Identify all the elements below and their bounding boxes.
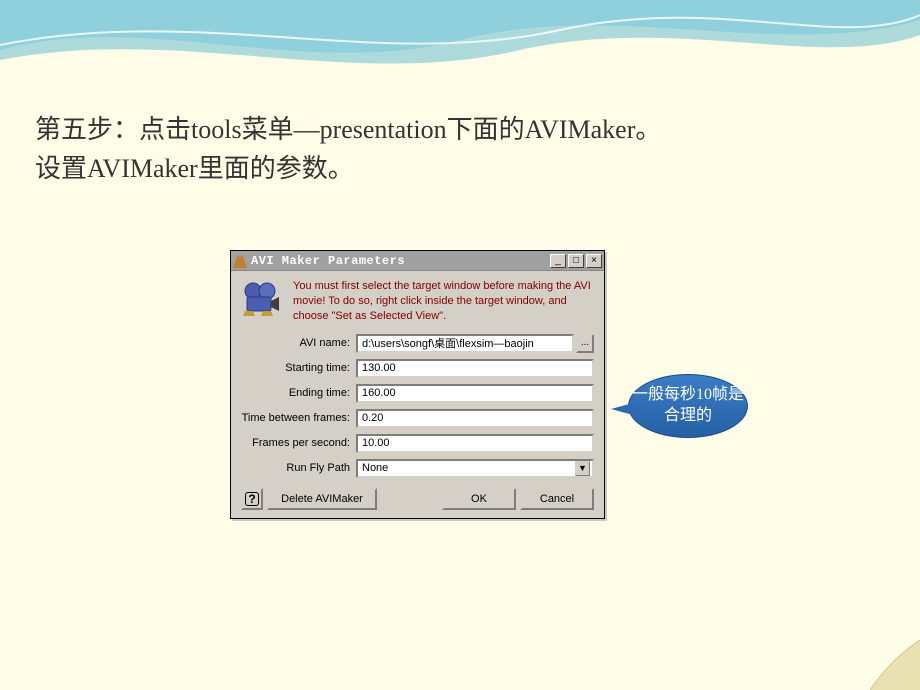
dialog-title: AVI Maker Parameters: [251, 254, 548, 268]
dialog-body: You must first select the target window …: [231, 271, 604, 518]
delete-avimaker-button[interactable]: Delete AVIMaker: [267, 488, 377, 510]
chevron-down-icon: ▼: [575, 461, 590, 476]
callout-bubble: 一般每秒10帧是合理的: [628, 374, 748, 438]
camera-icon: [241, 281, 281, 320]
ending-time-input[interactable]: [356, 384, 594, 403]
time-between-frames-input[interactable]: [356, 409, 594, 428]
time-between-frames-label: Time between frames:: [241, 412, 356, 424]
browse-button[interactable]: ...: [576, 334, 594, 353]
maximize-button[interactable]: □: [568, 254, 584, 268]
starting-time-input[interactable]: [356, 359, 594, 378]
dialog-instructions: You must first select the target window …: [293, 279, 594, 324]
minimize-button[interactable]: _: [550, 254, 566, 268]
run-fly-path-combo[interactable]: None ▼: [356, 459, 594, 478]
avi-name-label: AVI name:: [241, 337, 356, 349]
run-fly-path-value: None: [362, 462, 388, 474]
dialog-header-row: You must first select the target window …: [241, 279, 594, 324]
annotation-callout: 一般每秒10帧是合理的: [628, 374, 748, 438]
starting-time-label: Starting time:: [241, 362, 356, 374]
avi-name-input[interactable]: [356, 334, 574, 353]
page-curl-decoration: [870, 640, 920, 690]
slide-text-line1: 第五步：点击tools菜单—presentation下面的AVIMaker。: [35, 115, 661, 144]
slide-text-line2: 设置AVIMaker里面的参数。: [35, 154, 354, 183]
run-fly-path-label: Run Fly Path: [241, 462, 356, 474]
cancel-button[interactable]: Cancel: [520, 488, 594, 510]
frames-per-second-label: Frames per second:: [241, 437, 356, 449]
close-button[interactable]: ×: [586, 254, 602, 268]
slide-instruction-text: 第五步：点击tools菜单—presentation下面的AVIMaker。 设…: [35, 110, 885, 188]
app-icon: [233, 254, 247, 268]
help-icon: ?: [245, 492, 259, 506]
avi-maker-dialog: AVI Maker Parameters _ □ × You must firs…: [230, 250, 605, 519]
ending-time-label: Ending time:: [241, 387, 356, 399]
frames-per-second-input[interactable]: [356, 434, 594, 453]
callout-tail: [611, 403, 633, 415]
slide-wave-decoration: [0, 0, 920, 90]
help-button[interactable]: ?: [241, 488, 263, 510]
dialog-titlebar[interactable]: AVI Maker Parameters _ □ ×: [231, 251, 604, 271]
dialog-button-row: ? Delete AVIMaker OK Cancel: [241, 484, 594, 512]
ok-button[interactable]: OK: [442, 488, 516, 510]
callout-text: 一般每秒10帧是合理的: [629, 385, 747, 427]
